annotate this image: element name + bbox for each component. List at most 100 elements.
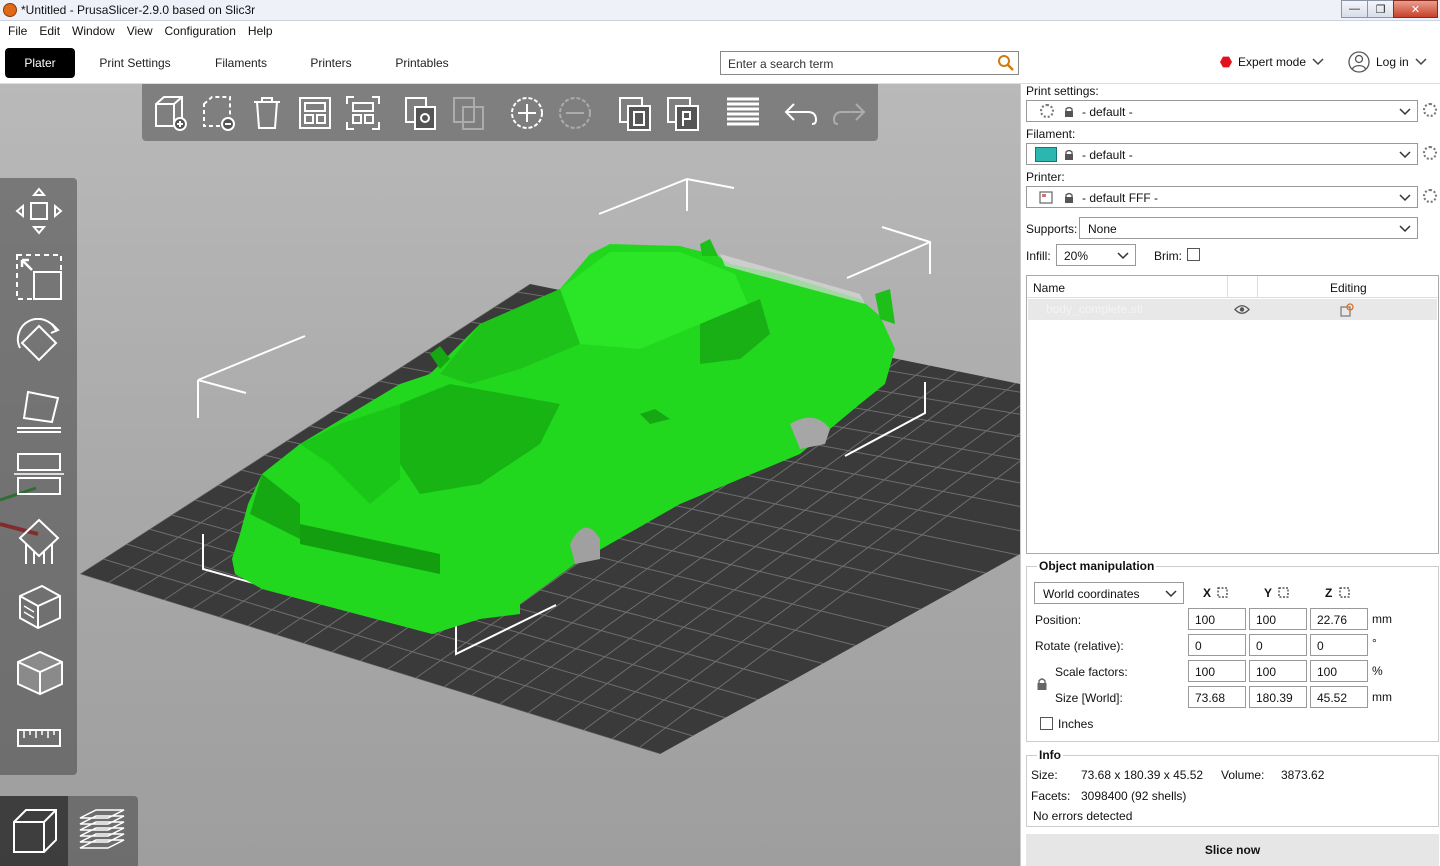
info-volume-value: 3873.62 xyxy=(1281,768,1325,782)
infill-value: 20% xyxy=(1064,249,1089,263)
drop-to-bed-icon[interactable] xyxy=(1338,586,1351,599)
rotate-z-field[interactable]: 0 xyxy=(1310,634,1368,656)
rotate-x-field[interactable]: 0 xyxy=(1188,634,1246,656)
support-painting-icon[interactable] xyxy=(14,516,64,566)
info-size-label: Size: xyxy=(1031,768,1058,782)
print-settings-combo[interactable]: - default - xyxy=(1026,100,1418,122)
minimize-button[interactable]: — xyxy=(1341,0,1368,18)
main-toolbar xyxy=(142,84,878,141)
arrange-selection-icon[interactable] xyxy=(344,94,382,132)
lock-icon xyxy=(1065,149,1073,160)
user-icon xyxy=(1348,51,1370,73)
drop-to-bed-icon[interactable] xyxy=(1277,586,1290,599)
layers-editing-icon[interactable] xyxy=(724,94,762,132)
position-x-value: 100 xyxy=(1195,613,1216,627)
tab-filaments[interactable]: Filaments xyxy=(205,48,277,78)
size-x-field[interactable]: 73.68 xyxy=(1188,686,1246,708)
position-x-field[interactable]: 100 xyxy=(1188,608,1246,630)
remove-instance-icon xyxy=(559,97,591,129)
column-name[interactable]: Name xyxy=(1033,281,1065,295)
scale-icon[interactable] xyxy=(14,252,64,302)
split-to-objects-icon[interactable] xyxy=(616,94,654,132)
window-controls: — ❐ ✕ xyxy=(1341,0,1438,19)
slice-now-button[interactable]: Slice now xyxy=(1026,834,1439,866)
position-label: Position: xyxy=(1035,613,1082,627)
inches-label: Inches xyxy=(1058,717,1094,731)
chevron-down-icon xyxy=(1399,225,1411,233)
size-label: Size [World]: xyxy=(1055,691,1123,705)
arrange-icon[interactable] xyxy=(296,94,334,132)
scale-x-field[interactable]: 100 xyxy=(1188,660,1246,682)
print-settings-edit-icon[interactable] xyxy=(1423,103,1437,117)
seam-painting-icon[interactable] xyxy=(14,582,64,632)
menu-help[interactable]: Help xyxy=(242,24,279,38)
chevron-down-icon xyxy=(1312,58,1324,66)
3d-scene[interactable] xyxy=(0,84,1020,866)
tab-printers[interactable]: Printers xyxy=(301,48,361,78)
coordinates-combo[interactable]: World coordinates xyxy=(1034,582,1184,604)
undo-icon[interactable] xyxy=(782,94,820,132)
scale-z-field[interactable]: 100 xyxy=(1310,660,1368,682)
search-input[interactable]: Enter a search term xyxy=(720,51,1019,75)
position-y-value: 100 xyxy=(1256,613,1277,627)
menu-view[interactable]: View xyxy=(121,24,159,38)
supports-combo[interactable]: None xyxy=(1079,217,1418,239)
size-y-field[interactable]: 180.39 xyxy=(1249,686,1307,708)
close-button[interactable]: ✕ xyxy=(1393,0,1438,18)
object-list-header: Name Editing xyxy=(1027,276,1438,298)
size-z-field[interactable]: 45.52 xyxy=(1310,686,1368,708)
maximize-button[interactable]: ❐ xyxy=(1367,0,1394,18)
position-z-field[interactable]: 22.76 xyxy=(1310,608,1368,630)
split-to-parts-icon[interactable] xyxy=(664,94,702,132)
login-label: Log in xyxy=(1376,55,1409,69)
add-instance-icon[interactable] xyxy=(508,94,546,132)
login-button[interactable]: Log in xyxy=(1348,51,1427,73)
rotate-icon[interactable] xyxy=(14,318,64,368)
3d-viewport[interactable] xyxy=(0,84,1020,866)
size-unit: mm xyxy=(1372,690,1392,704)
tab-plater[interactable]: Plater xyxy=(5,48,75,78)
scale-y-field[interactable]: 100 xyxy=(1249,660,1307,682)
rotate-unit: ° xyxy=(1372,636,1377,650)
add-icon[interactable] xyxy=(152,94,190,132)
object-name: body_complete.stl xyxy=(1046,302,1143,316)
rotate-y-field[interactable]: 0 xyxy=(1249,634,1307,656)
tab-print-settings[interactable]: Print Settings xyxy=(90,48,180,78)
brim-checkbox[interactable] xyxy=(1187,248,1200,261)
scale-unit: % xyxy=(1372,664,1383,678)
menu-file[interactable]: File xyxy=(2,24,33,38)
menu-window[interactable]: Window xyxy=(66,24,121,38)
menu-configuration[interactable]: Configuration xyxy=(159,24,242,38)
place-on-face-icon[interactable] xyxy=(14,384,64,434)
column-editing[interactable]: Editing xyxy=(1330,281,1367,295)
mmu-painting-icon[interactable] xyxy=(14,648,64,698)
infill-combo[interactable]: 20% xyxy=(1056,244,1136,266)
edit-settings-icon[interactable] xyxy=(1340,303,1354,317)
3d-view-icon[interactable] xyxy=(10,806,60,856)
lock-icon[interactable] xyxy=(1036,677,1048,691)
scale-y-value: 100 xyxy=(1256,665,1277,679)
menu-edit[interactable]: Edit xyxy=(33,24,66,38)
object-list-row[interactable]: body_complete.stl xyxy=(1028,299,1437,320)
drop-to-bed-icon[interactable] xyxy=(1216,586,1229,599)
cut-icon[interactable] xyxy=(14,450,64,500)
delete-all-icon[interactable] xyxy=(248,94,286,132)
mode-selector[interactable]: Expert mode xyxy=(1220,55,1324,69)
printer-combo[interactable]: - default FFF - xyxy=(1026,186,1418,208)
printer-edit-icon[interactable] xyxy=(1423,189,1437,203)
info-volume-label: Volume: xyxy=(1221,768,1265,782)
move-icon[interactable] xyxy=(14,186,64,236)
preview-icon[interactable] xyxy=(76,806,128,856)
delete-icon[interactable] xyxy=(200,94,238,132)
search-icon[interactable] xyxy=(997,54,1015,72)
tab-printables[interactable]: Printables xyxy=(386,48,458,78)
eye-icon[interactable] xyxy=(1234,304,1250,315)
position-y-field[interactable]: 100 xyxy=(1249,608,1307,630)
filament-edit-icon[interactable] xyxy=(1423,146,1437,160)
inches-checkbox[interactable] xyxy=(1040,717,1053,730)
copy-icon[interactable] xyxy=(402,94,440,132)
filament-combo[interactable]: - default - xyxy=(1026,143,1418,165)
measure-icon[interactable] xyxy=(14,714,64,764)
chevron-down-icon xyxy=(1415,58,1427,66)
view-switcher xyxy=(0,796,138,866)
